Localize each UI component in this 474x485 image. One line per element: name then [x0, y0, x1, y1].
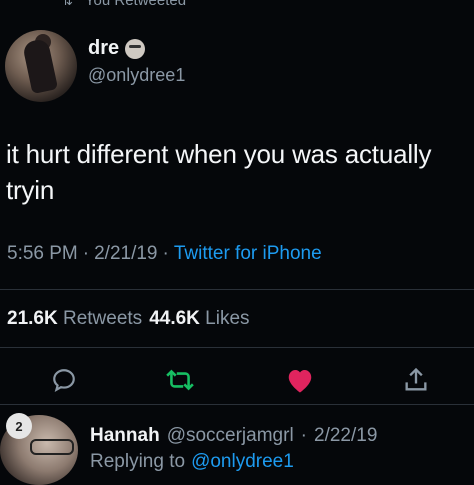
- reply-badge: 2: [6, 413, 32, 439]
- reply-icon: [53, 369, 75, 392]
- retweet-icon: [166, 369, 194, 391]
- emoji-icon: [125, 38, 146, 59]
- likes-label: Likes: [205, 308, 250, 329]
- share-icon: [405, 367, 427, 391]
- reply-date: 2/22/19: [314, 425, 378, 446]
- tweet-meta: 5:56 PM · 2/21/19 · Twitter for iPhone: [7, 243, 322, 265]
- replying-label: Replying to: [90, 451, 186, 472]
- divider: [0, 347, 474, 348]
- replying-to-line: Replying to @onlydree1: [90, 451, 294, 473]
- replying-to-handle[interactable]: @onlydree1: [191, 451, 294, 473]
- reply-separator: ·: [300, 425, 307, 446]
- reply-header: Hannah @soccerjamgrl · 2/22/19: [90, 425, 377, 447]
- meta-separator: ·: [162, 243, 169, 264]
- reply-author-handle[interactable]: @soccerjamgrl: [167, 425, 294, 447]
- tweet-time: 5:56 PM: [7, 243, 78, 264]
- retweet-button[interactable]: [162, 362, 198, 398]
- retweets-count: 21.6K: [7, 308, 58, 329]
- author-display-name[interactable]: dre: [88, 37, 146, 60]
- author-handle[interactable]: @onlydree1: [88, 65, 185, 86]
- retweet-banner: ⇅ You Retweeted: [62, 0, 186, 9]
- reply-tweet[interactable]: 2 Hannah @soccerjamgrl · 2/22/19 Replyin…: [0, 405, 474, 485]
- retweet-banner-text: You Retweeted: [84, 0, 187, 9]
- share-button[interactable]: [398, 362, 434, 398]
- likes-count: 44.6K: [149, 308, 200, 329]
- divider: [0, 289, 474, 290]
- tweet-stats: 21.6K Retweets 44.6K Likes: [7, 308, 250, 330]
- meta-separator: ·: [82, 243, 90, 264]
- tweet-date: 2/21/19: [94, 243, 158, 264]
- avatar[interactable]: [5, 30, 77, 102]
- reply-author-name[interactable]: Hannah: [90, 425, 160, 447]
- heart-icon: [288, 370, 312, 393]
- likes-stat[interactable]: 44.6K Likes: [149, 308, 249, 330]
- like-button[interactable]: [282, 362, 318, 398]
- reply-button[interactable]: [46, 362, 82, 398]
- retweets-label: Retweets: [62, 308, 143, 329]
- tweet-actions: [0, 362, 474, 398]
- retweet-icon: ⇅: [62, 0, 73, 8]
- author-name-text: dre: [88, 37, 120, 59]
- tweet-text: it hurt different when you was actually …: [6, 139, 432, 205]
- retweets-stat[interactable]: 21.6K Retweets: [7, 308, 142, 330]
- tweet-source-link[interactable]: Twitter for iPhone: [174, 243, 322, 265]
